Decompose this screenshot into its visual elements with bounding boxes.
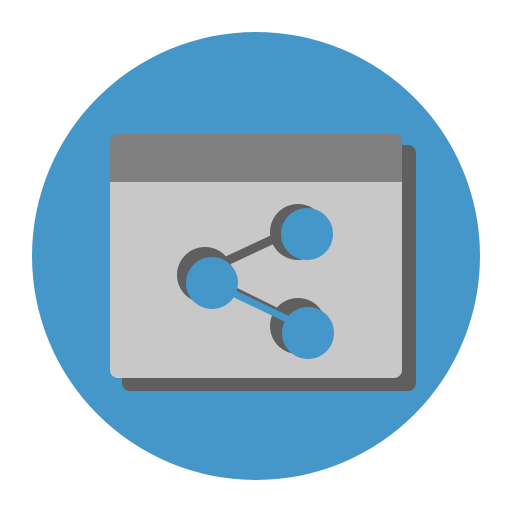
share-node-bottom: [282, 307, 334, 359]
window-titlebar: [110, 134, 402, 182]
share-window-icon: [32, 32, 480, 480]
share-node-left: [186, 257, 238, 309]
app-icon-canvas: [0, 0, 512, 512]
share-node-top: [281, 208, 333, 260]
